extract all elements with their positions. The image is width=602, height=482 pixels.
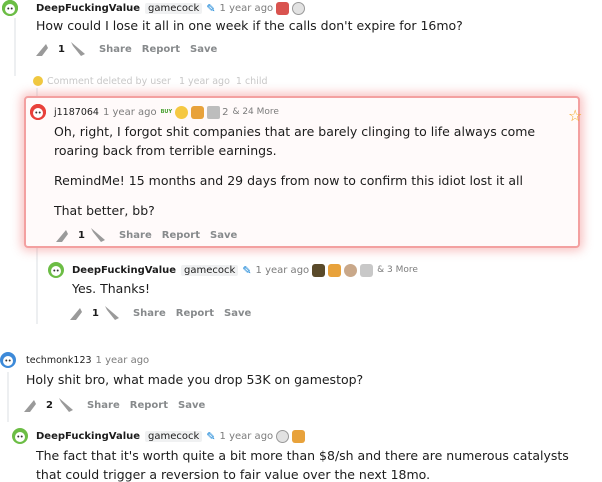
- user-flair: gamecock: [181, 264, 239, 276]
- save-button[interactable]: Save: [178, 400, 205, 411]
- comment-body: Yes. Thanks!: [72, 281, 151, 296]
- more-awards[interactable]: & 3 More: [377, 265, 418, 275]
- comment-timestamp[interactable]: 1 year ago: [220, 431, 274, 442]
- vote-score: 1: [78, 229, 85, 241]
- vote-score: 2: [46, 399, 53, 411]
- report-button[interactable]: Report: [130, 400, 168, 411]
- comment-author[interactable]: DeepFuckingValue: [36, 3, 140, 14]
- award-icon: [328, 263, 342, 277]
- award-icon: [276, 429, 290, 443]
- award-icon: [191, 105, 205, 119]
- comment-body: Oh, right, I forgot shit companies that …: [54, 122, 574, 220]
- comment-timestamp[interactable]: 1 year ago: [256, 265, 310, 276]
- comment-timestamp[interactable]: 1 year ago: [220, 3, 274, 14]
- pen-icon: ✎: [206, 429, 216, 443]
- deleted-icon: [33, 76, 43, 86]
- comment-timestamp[interactable]: 1 year ago: [96, 355, 150, 366]
- share-button[interactable]: Share: [87, 400, 120, 411]
- vote-score: 1: [58, 43, 65, 55]
- user-flair: gamecock: [145, 2, 203, 14]
- comment-timestamp[interactable]: 1 year ago: [103, 107, 157, 118]
- deleted-comment[interactable]: Comment deleted by user 1 year ago 1 chi…: [33, 73, 268, 89]
- avatar[interactable]: [48, 262, 64, 278]
- comment-author[interactable]: DeepFuckingValue: [72, 265, 176, 276]
- deleted-text: Comment deleted by user: [47, 75, 171, 87]
- thread-line[interactable]: [7, 372, 9, 422]
- upvote-icon[interactable]: [22, 396, 44, 414]
- award-icon: [276, 1, 290, 15]
- downvote-icon[interactable]: [55, 396, 77, 414]
- save-button[interactable]: Save: [224, 308, 251, 319]
- share-button[interactable]: Share: [99, 44, 132, 55]
- downvote-icon[interactable]: [87, 226, 109, 244]
- upvote-icon[interactable]: [34, 40, 56, 58]
- share-button[interactable]: Share: [133, 308, 166, 319]
- share-button[interactable]: Share: [119, 230, 152, 241]
- vote-score: 1: [92, 307, 99, 319]
- comment-paragraph: Oh, right, I forgot shit companies that …: [54, 124, 536, 158]
- comment-paragraph: RemindMe! 15 months and 29 days from now…: [54, 173, 523, 188]
- award-icon: [292, 1, 306, 15]
- award-icon: [344, 263, 358, 277]
- award-icon: [360, 263, 374, 277]
- comment-body: The fact that it's worth quite a bit mor…: [36, 448, 569, 482]
- comment-paragraph: That better, bb?: [54, 203, 155, 218]
- avatar[interactable]: [12, 428, 28, 444]
- report-button[interactable]: Report: [176, 308, 214, 319]
- deleted-timestamp: 1 year ago: [178, 75, 230, 87]
- comment-body: How could I lose it all in one week if t…: [36, 18, 463, 33]
- comment-author[interactable]: techmonk123: [26, 355, 92, 366]
- award-icon: [312, 263, 326, 277]
- pen-icon: ✎: [206, 1, 216, 15]
- upvote-icon[interactable]: [54, 226, 76, 244]
- child-count[interactable]: 1 child: [236, 76, 268, 87]
- comment-author[interactable]: DeepFuckingValue: [36, 431, 140, 442]
- user-flair: gamecock: [145, 430, 203, 442]
- avatar[interactable]: [30, 104, 46, 120]
- more-awards[interactable]: & 24 More: [232, 107, 279, 117]
- award-icon: [292, 429, 306, 443]
- report-button[interactable]: Report: [142, 44, 180, 55]
- report-button[interactable]: Report: [162, 230, 200, 241]
- save-button[interactable]: Save: [190, 44, 217, 55]
- downvote-icon[interactable]: [67, 40, 89, 58]
- avatar[interactable]: [2, 0, 18, 16]
- downvote-icon[interactable]: [101, 304, 123, 322]
- avatar[interactable]: [0, 352, 16, 368]
- pen-icon: ✎: [242, 263, 252, 277]
- thread-line[interactable]: [14, 18, 16, 76]
- upvote-icon[interactable]: [68, 304, 90, 322]
- comment-body: Holy shit bro, what made you drop 53K on…: [26, 372, 364, 387]
- award-icon: [207, 105, 221, 119]
- award-icon: [175, 105, 189, 119]
- award-count: 2: [222, 106, 229, 118]
- comment-author[interactable]: j1187064: [54, 107, 99, 118]
- save-button[interactable]: Save: [210, 230, 237, 241]
- buy-badge: BUY: [160, 109, 173, 115]
